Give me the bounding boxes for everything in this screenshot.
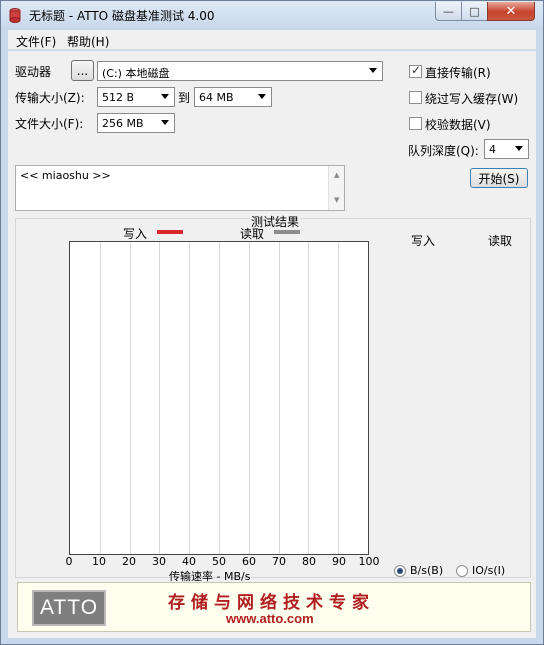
- maximize-icon: □: [469, 4, 480, 18]
- transfer-to-value: 64 MB: [199, 91, 234, 104]
- minimize-icon: —: [443, 4, 454, 18]
- close-button[interactable]: ✕: [487, 2, 535, 21]
- chevron-down-icon: [161, 120, 169, 125]
- bypass-cache-checkbox[interactable]: [409, 91, 422, 104]
- atto-banner[interactable]: ATTO 存储与网络技术专家 www.atto.com: [17, 582, 531, 632]
- chevron-down-icon: [369, 68, 377, 73]
- results-panel: 测试结果 写入 读取 0 10 20 30 40 50 60 70 80 90 100 传输速率 -…: [15, 213, 531, 583]
- description-scrollbar[interactable]: ▲ ▼: [328, 166, 344, 210]
- checkmark-icon: ✓: [411, 63, 422, 77]
- x-tick-label: 70: [272, 555, 286, 568]
- legend-write-label: 写入: [123, 227, 148, 241]
- main-panel: 驱动器 ... (C:) 本地磁盘 传输大小(Z): 512 B 到 64 MB…: [8, 51, 536, 638]
- chevron-down-icon: [258, 94, 266, 99]
- to-label: 到: [178, 91, 191, 105]
- atto-logo: ATTO: [32, 590, 106, 626]
- transfer-to-select[interactable]: 64 MB: [194, 87, 272, 107]
- maximize-button[interactable]: □: [461, 2, 488, 21]
- chart-gridline: [248, 242, 250, 554]
- x-tick-label: 50: [212, 555, 226, 568]
- legend-read-swatch: [274, 230, 300, 234]
- io-per-second-label: IO/s(I): [472, 564, 506, 577]
- menu-file[interactable]: 文件(F): [16, 33, 56, 50]
- app-window: 无标题 - ATTO 磁盘基准测试 4.00 — □ ✕ 文件(F) 帮助(H)…: [0, 0, 544, 645]
- chart-gridline: [338, 242, 340, 554]
- title-bar[interactable]: 无标题 - ATTO 磁盘基准测试 4.00 — □ ✕: [1, 1, 543, 30]
- chart-gridline: [99, 242, 101, 554]
- file-size-label: 文件大小(F):: [15, 117, 84, 131]
- transfer-size-label: 传输大小(Z):: [15, 91, 85, 105]
- start-button[interactable]: 开始(S): [470, 168, 528, 188]
- verify-checkbox[interactable]: [409, 117, 422, 130]
- x-tick-label: 80: [302, 555, 316, 568]
- minimize-button[interactable]: —: [435, 2, 462, 21]
- bytes-per-second-label: B/s(B): [410, 564, 444, 577]
- queue-depth-label: 队列深度(Q):: [408, 144, 479, 158]
- scroll-up-icon[interactable]: ▲: [334, 171, 339, 179]
- drive-select[interactable]: (C:) 本地磁盘: [97, 61, 383, 81]
- chevron-down-icon: [515, 146, 523, 151]
- queue-depth-select[interactable]: 4: [484, 139, 529, 159]
- bypass-cache-label: 绕过写入缓存(W): [425, 92, 519, 106]
- start-label: 开始(S): [478, 171, 520, 186]
- x-tick-label: 90: [332, 555, 346, 568]
- x-tick-label: 40: [182, 555, 196, 568]
- browse-label: ...: [76, 63, 89, 78]
- file-size-value: 256 MB: [102, 117, 144, 130]
- x-tick-label: 10: [92, 555, 106, 568]
- banner-slogan: 存储与网络技术专家: [168, 593, 375, 613]
- x-tick-label: 100: [358, 555, 380, 568]
- drive-value: (C:) 本地磁盘: [102, 67, 170, 80]
- x-tick-label: 0: [65, 555, 73, 568]
- io-per-second-radio[interactable]: [456, 565, 468, 577]
- legend-read-label: 读取: [240, 227, 265, 241]
- radio-selected-dot: [397, 568, 403, 574]
- file-size-select[interactable]: 256 MB: [97, 113, 175, 133]
- read-column-header: 读取: [488, 234, 513, 248]
- scroll-down-icon[interactable]: ▼: [334, 196, 339, 204]
- atto-logo-text: ATTO: [39, 596, 99, 619]
- description-text: << miaoshu >>: [20, 169, 111, 182]
- menu-bar: 文件(F) 帮助(H): [8, 30, 536, 50]
- chart-gridline: [189, 242, 191, 554]
- write-column-header: 写入: [411, 234, 436, 248]
- menu-help[interactable]: 帮助(H): [67, 33, 109, 50]
- x-tick-label: 30: [152, 555, 166, 568]
- legend-write-swatch: [157, 230, 183, 234]
- verify-label: 校验数据(V): [425, 118, 491, 132]
- close-icon: ✕: [505, 3, 517, 19]
- disk-app-icon: [9, 8, 21, 23]
- chart-gridline: [129, 242, 131, 554]
- chart-plot-area: [69, 241, 369, 555]
- x-tick-label: 60: [242, 555, 256, 568]
- drive-label: 驱动器: [15, 65, 52, 79]
- bytes-per-second-radio[interactable]: [394, 565, 406, 577]
- chart-gridline: [308, 242, 310, 554]
- transfer-from-select[interactable]: 512 B: [97, 87, 175, 107]
- transfer-from-value: 512 B: [102, 91, 135, 104]
- browse-button[interactable]: ...: [71, 60, 94, 81]
- queue-depth-value: 4: [489, 143, 496, 156]
- x-tick-label: 20: [122, 555, 136, 568]
- description-textarea[interactable]: << miaoshu >> ▲ ▼: [15, 165, 345, 211]
- window-title: 无标题 - ATTO 磁盘基准测试 4.00: [29, 9, 215, 23]
- chart-gridline: [159, 242, 161, 554]
- chart-gridline: [219, 242, 220, 554]
- chart-gridline: [278, 242, 280, 554]
- direct-io-checkbox[interactable]: ✓: [409, 63, 422, 78]
- banner-url[interactable]: www.atto.com: [226, 611, 314, 626]
- direct-io-label: 直接传输(R): [425, 66, 491, 80]
- chevron-down-icon: [161, 94, 169, 99]
